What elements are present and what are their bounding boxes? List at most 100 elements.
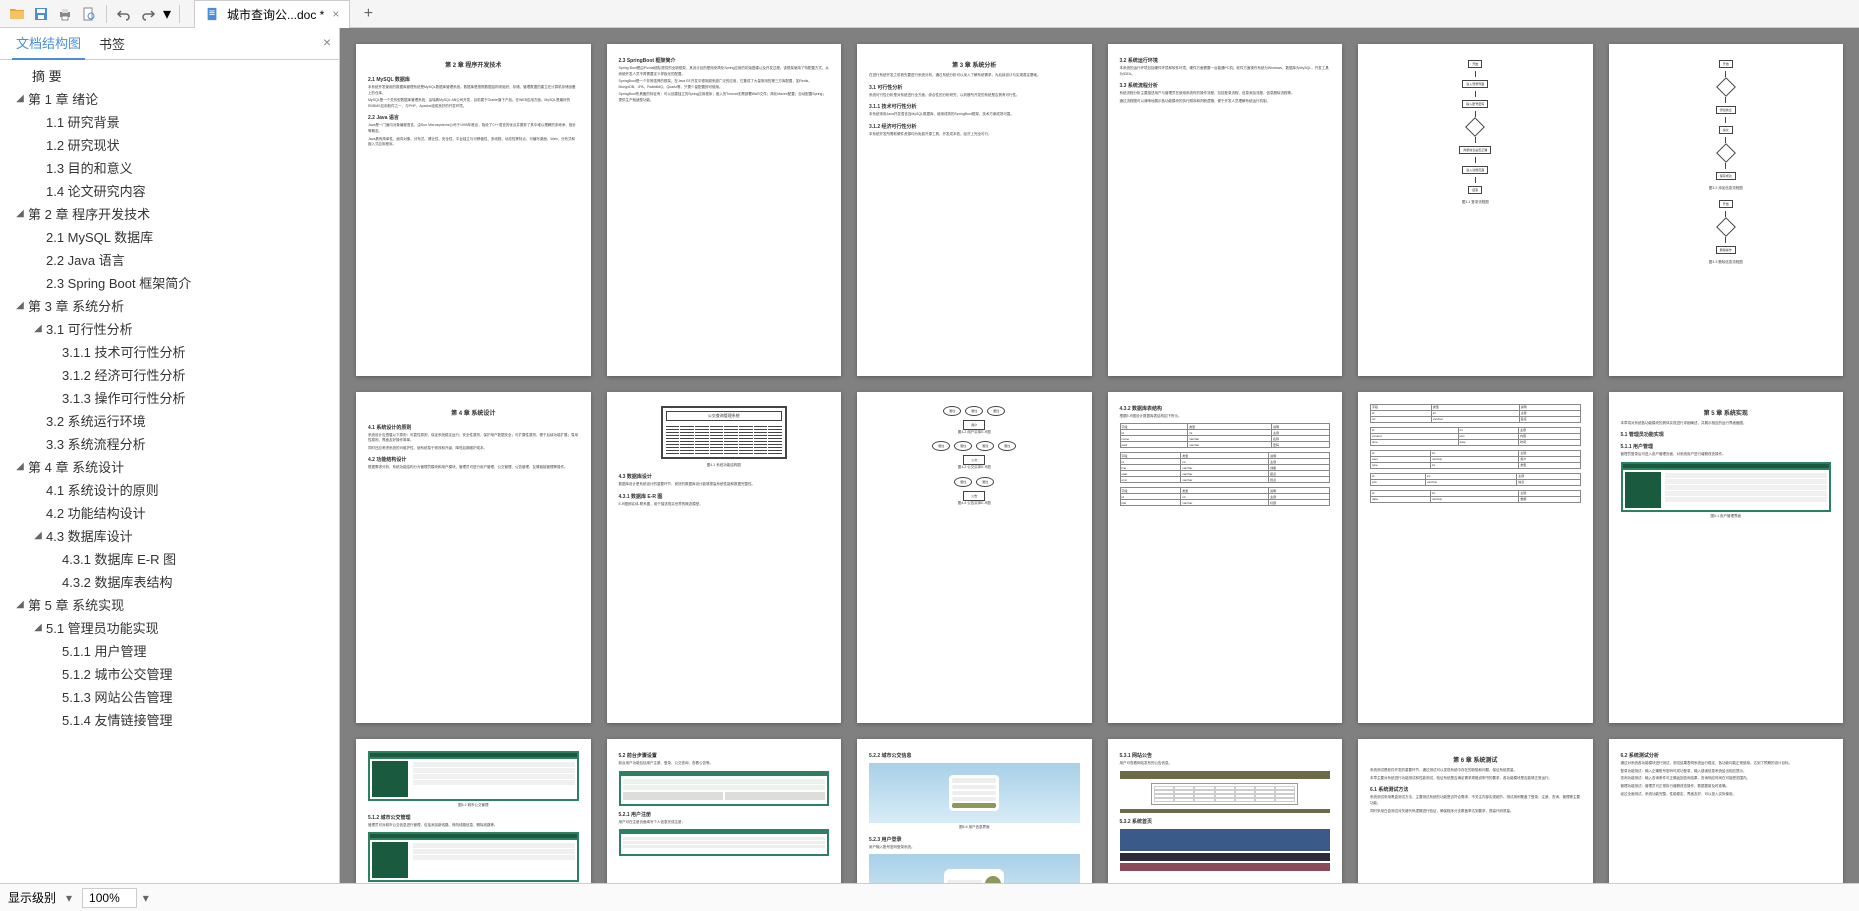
outline-toggle-icon[interactable]: ◢	[30, 530, 46, 541]
outline-item[interactable]: ◢第 1 章 绪论	[0, 87, 339, 110]
er-diagram: 属性属性属性属性	[869, 437, 1080, 455]
ui-screenshot	[368, 832, 579, 882]
flowchart-diagram: 开始 添加信息 提交 保存成功	[1621, 54, 1832, 186]
outline-toggle-icon[interactable]: ◢	[12, 93, 28, 104]
save-icon[interactable]	[30, 3, 52, 25]
outline-item-label: 第 2 章 程序开发技术	[28, 204, 150, 223]
outline-item[interactable]: 4.3.2 数据库表结构	[0, 570, 339, 593]
level-dropdown-icon[interactable]: ▾	[66, 891, 72, 905]
pages-grid: 第 2 章 程序开发技术 2.1 MySQL 数据库 本系统开发使用的数据库管理…	[356, 44, 1843, 883]
ui-screenshot	[368, 751, 579, 801]
outline-item[interactable]: ◢4.3 数据库设计	[0, 524, 339, 547]
structure-diagram: 公交查询管理系统	[661, 406, 787, 459]
ui-screenshot	[1621, 462, 1832, 512]
outline-item[interactable]: 5.1.1 用户管理	[0, 639, 339, 662]
outline-item[interactable]: 1.1 研究背景	[0, 110, 339, 133]
outline-item[interactable]: 2.3 Spring Boot 框架简介	[0, 271, 339, 294]
outline-item[interactable]: 1.3 目的和意义	[0, 156, 339, 179]
outline-item-label: 1.1 研究背景	[46, 112, 120, 131]
db-table: idint主键uservarchar用户typeint类型	[1370, 450, 1581, 469]
outline-item-label: 5.1.1 用户管理	[62, 641, 147, 660]
outline-item[interactable]: 4.3.1 数据库 E-R 图	[0, 547, 339, 570]
er-diagram: 属性属性	[869, 473, 1080, 491]
outline-item[interactable]: 5.1.2 城市公交管理	[0, 662, 339, 685]
outline-toggle-icon[interactable]: ◢	[12, 461, 28, 472]
outline-item[interactable]: ◢第 4 章 系统设计	[0, 455, 339, 478]
outline-item[interactable]: 4.1 系统设计的原则	[0, 478, 339, 501]
tab-outline[interactable]: 文档结构图	[12, 27, 85, 60]
ui-screenshot	[619, 829, 830, 856]
ui-screenshot	[869, 763, 1080, 823]
outline-item[interactable]: ◢5.1 管理员功能实现	[0, 616, 339, 639]
outline-item[interactable]: ◢第 2 章 程序开发技术	[0, 202, 339, 225]
add-tab-button[interactable]: +	[356, 2, 380, 26]
undo-icon[interactable]	[113, 3, 135, 25]
page-thumb[interactable]: 第 4 章 系统设计 4.1 系统设计的原则 系统设计应遵循以下原则：可靠性原则…	[356, 392, 591, 724]
outline-item[interactable]: 3.1.2 经济可行性分析	[0, 363, 339, 386]
outline-tree[interactable]: 摘 要◢第 1 章 绪论 1.1 研究背景 1.2 研究现状1.3 目的和意义1.4…	[0, 60, 339, 883]
zoom-value[interactable]: 100%	[82, 888, 137, 908]
page-thumb[interactable]: 第 2 章 程序开发技术 2.1 MySQL 数据库 本系统开发使用的数据库管理…	[356, 44, 591, 376]
page-thumb[interactable]: 第 3 章 系统分析 在进行系统开发之前首先要进行系统分析，通过系统分析可以深入…	[857, 44, 1092, 376]
outline-item[interactable]: 3.3 系统流程分析	[0, 432, 339, 455]
sidebar: 文档结构图 书签 × 摘 要◢第 1 章 绪论1.1 研究背景1.2 研究现状1…	[0, 28, 340, 883]
outline-item-label: 4.3 数据库设计	[46, 526, 133, 545]
outline-toggle-icon[interactable]: ◢	[12, 300, 28, 311]
outline-item[interactable]: 4.2 功能结构设计	[0, 501, 339, 524]
page-thumb[interactable]: 属性属性属性 用户 图4-2 用户实体E-R图 属性属性属性属性 公交 图4-3…	[857, 392, 1092, 724]
outline-item-label: 4.1 系统设计的原则	[46, 480, 159, 499]
outline-item-label: 3.1.3 操作可行性分析	[62, 388, 186, 407]
redo-icon[interactable]	[137, 3, 159, 25]
page-thumbnails-area[interactable]: 第 2 章 程序开发技术 2.1 MySQL 数据库 本系统开发使用的数据库管理…	[340, 28, 1859, 883]
page-thumb[interactable]: 5.2.2 城市公交信息 图5-6 用户信息界面 5.2.3 用户登录 用户输入…	[857, 739, 1092, 883]
outline-item[interactable]: 2.2 Java 语言	[0, 248, 339, 271]
page-thumb[interactable]: 5.2 前台步骤设置 前台用户功能包括用户注册、登录、公交查询、查看公告等。 5…	[607, 739, 842, 883]
print-icon[interactable]	[54, 3, 76, 25]
calendar-widget	[1151, 783, 1298, 805]
page-thumb[interactable]: 3.2 系统运行环境 本系统的运行环境包括硬件环境和软件环境。硬件方面需要一台普…	[1108, 44, 1343, 376]
page-thumb[interactable]: 第 5 章 系统实现 本章将对系统各功能模块的具体实现进行详细阐述，并展示相应的…	[1609, 392, 1844, 724]
outline-item[interactable]: 5.1.3 网站公告管理	[0, 685, 339, 708]
zoom-dropdown-icon[interactable]: ▾	[143, 891, 149, 905]
db-table: 字段类型说明idint主键titlevarchar标题	[1120, 487, 1331, 506]
page-thumb[interactable]: 字段类型说明idint主键urlvarchar链接 idint主键content…	[1358, 392, 1593, 724]
page-thumb[interactable]: 4.3.2 数据库表结构 根据E-R图设计数据库表结构如下所示。 字段类型说明i…	[1108, 392, 1343, 724]
outline-item-label: 2.2 Java 语言	[46, 250, 125, 269]
page-thumb[interactable]: 2.3 SpringBoot 框架简介 Spring Boot是由Pivotal…	[607, 44, 842, 376]
outline-item[interactable]: 3.1.1 技术可行性分析	[0, 340, 339, 363]
outline-item[interactable]: 摘 要	[0, 64, 339, 87]
page-thumb[interactable]: 公交查询管理系统 图4-1 系统功能结构图 4.3 数据库设计 数据库设计是系统…	[607, 392, 842, 724]
outline-item[interactable]: ◢3.1 可行性分析	[0, 317, 339, 340]
outline-item[interactable]: ◢第 3 章 系统分析	[0, 294, 339, 317]
outline-item-label: 第 3 章 系统分析	[28, 296, 124, 315]
outline-toggle-icon[interactable]: ◢	[12, 208, 28, 219]
dropdown-icon[interactable]: ▾	[161, 3, 173, 25]
outline-item[interactable]: 1.4 论文研究内容	[0, 179, 339, 202]
outline-item[interactable]: 1.2 研究现状	[0, 133, 339, 156]
tab-close-icon[interactable]: ×	[332, 7, 339, 21]
toolbar: ▾ 城市查询公...doc * × +	[0, 0, 1859, 28]
ui-screenshot	[1120, 829, 1331, 851]
sidebar-close-icon[interactable]: ×	[323, 34, 331, 50]
folder-open-icon[interactable]	[6, 3, 28, 25]
page-thumb[interactable]: 6.2 系统测试分析 通过对系统各功能模块进行测试，测试结果表明系统运行稳定，各…	[1609, 739, 1844, 883]
outline-item[interactable]: 3.2 系统运行环境	[0, 409, 339, 432]
preview-icon[interactable]	[78, 3, 100, 25]
page-thumb[interactable]: 图5-2 城市公交管理 5.1.2 城市公交管理 管理员可对城市公交信息进行管理…	[356, 739, 591, 883]
outline-item-label: 第 5 章 系统实现	[28, 595, 124, 614]
page-thumb[interactable]: 5.3.1 网站公告 用户可查看网站发布的公告信息。 5.3.2 系统首页	[1108, 739, 1343, 883]
page-thumb[interactable]: 第 6 章 系统测试 系统测试是软件开发的重要环节，通过测试可以发现系统中存在的…	[1358, 739, 1593, 883]
outline-item[interactable]: 5.1.4 友情链接管理	[0, 708, 339, 731]
page-thumb[interactable]: 开始 进入登录界面 输入账号密码 判断信息是否正确 进入功能页面 结束 图3-1…	[1358, 44, 1593, 376]
toolbar-separator	[106, 5, 107, 23]
outline-toggle-icon[interactable]: ◢	[30, 323, 46, 334]
outline-item[interactable]: 2.1 MySQL 数据库	[0, 225, 339, 248]
document-tab[interactable]: 城市查询公...doc * ×	[194, 0, 350, 28]
outline-item[interactable]: ◢第 5 章 系统实现	[0, 593, 339, 616]
tab-bookmark[interactable]: 书签	[95, 28, 129, 59]
outline-toggle-icon[interactable]: ◢	[30, 622, 46, 633]
outline-toggle-icon[interactable]: ◢	[12, 599, 28, 610]
page-thumb[interactable]: 开始 添加信息 提交 保存成功 图3-2 添加信息流程图 开始 删除操作 图3-…	[1609, 44, 1844, 376]
outline-item[interactable]: 3.1.3 操作可行性分析	[0, 386, 339, 409]
sidebar-tabs: 文档结构图 书签 ×	[0, 28, 339, 60]
